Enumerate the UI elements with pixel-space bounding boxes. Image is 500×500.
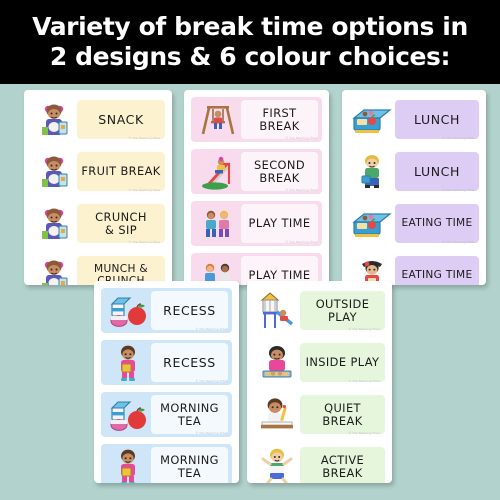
label-chip: MORNING TEA bbox=[151, 395, 228, 434]
label-chip: EATING TIME bbox=[395, 204, 479, 243]
label-text: EATING TIME bbox=[401, 216, 473, 229]
label-text: LUNCH bbox=[414, 111, 460, 127]
label-chip: MORNING TEA bbox=[151, 447, 228, 483]
card-breaks[interactable]: FIRST BREAK © The Teaching Tribe SECOND B… bbox=[184, 90, 329, 285]
two-kids-playing-icon bbox=[195, 203, 241, 245]
label-text: INSIDE PLAY bbox=[305, 355, 380, 370]
label-chip: FIRST BREAK bbox=[241, 100, 318, 139]
card-snack[interactable]: SNACK © The Teaching Tribe FRUIT BREAK © T… bbox=[24, 90, 172, 285]
label-text: CRUNCH & SIP bbox=[95, 210, 147, 237]
label-row[interactable]: CRUNCH & SIP © The Teaching Tribe bbox=[31, 201, 165, 246]
label-text: LUNCH bbox=[414, 163, 460, 179]
label-chip: RECESS bbox=[151, 291, 228, 330]
label-chip: OUTSIDE PLAY bbox=[300, 291, 385, 330]
label-row[interactable]: MORNING TEA© The Teaching Tribe bbox=[101, 444, 232, 483]
girl-sandpit-icon bbox=[254, 342, 300, 384]
label-chip: LUNCH bbox=[395, 100, 479, 139]
banner-title-line-1: Variety of break time options in bbox=[32, 12, 468, 41]
label-row[interactable]: LUNCH © The Teaching Tribe bbox=[349, 97, 479, 142]
lunchbox-icon bbox=[349, 99, 395, 141]
watermark: © The Teaching Tribe bbox=[348, 432, 380, 435]
watermark: © The Teaching Tribe bbox=[195, 380, 227, 383]
label-row[interactable]: INSIDE PLAY © The Teaching Tribe bbox=[254, 340, 385, 385]
girl-with-snack-icon bbox=[31, 255, 77, 285]
label-row[interactable]: SECOND BREAK © The Teaching Tribe bbox=[191, 149, 322, 194]
watermark: © The Teaching Tribe bbox=[195, 432, 227, 435]
watermark: © The Teaching Tribe bbox=[442, 189, 474, 192]
label-text: ACTIVE BREAK bbox=[320, 453, 365, 480]
label-chip: LUNCH bbox=[395, 152, 479, 191]
label-chip: SECOND BREAK bbox=[241, 152, 318, 191]
label-text: FRUIT BREAK bbox=[81, 164, 161, 179]
watermark: © The Teaching Tribe bbox=[195, 328, 227, 331]
label-chip: EATING TIME bbox=[395, 256, 479, 285]
label-row[interactable]: MORNING TEA © The Teaching Tribe bbox=[101, 392, 232, 437]
label-row[interactable]: ACTIVE BREAK© The Teaching Tribe bbox=[254, 444, 385, 483]
label-text: RECESS bbox=[163, 354, 216, 370]
watermark: © The Teaching Tribe bbox=[348, 328, 380, 331]
boy-jumping-icon bbox=[254, 446, 300, 483]
card-recess[interactable]: RECESS © The Teaching Tribe RECESS © The T… bbox=[94, 281, 239, 483]
label-text: EATING TIME bbox=[401, 268, 473, 281]
label-chip: ACTIVE BREAK bbox=[300, 447, 385, 483]
girl-with-bag-icon bbox=[105, 342, 151, 384]
watermark: © The Teaching Tribe bbox=[128, 189, 160, 192]
girl-with-snack-icon bbox=[31, 151, 77, 193]
banner-title-line-2: 2 designs & 6 colour choices: bbox=[49, 42, 451, 71]
label-text: RECESS bbox=[163, 302, 216, 318]
label-row[interactable]: RECESS © The Teaching Tribe bbox=[101, 340, 232, 385]
label-chip: PLAY TIME bbox=[241, 204, 318, 243]
label-row[interactable]: LUNCH © The Teaching Tribe bbox=[349, 149, 479, 194]
label-chip: QUIET BREAK bbox=[300, 395, 385, 434]
label-text: QUIET BREAK bbox=[322, 401, 363, 428]
label-chip: RECESS bbox=[151, 343, 228, 382]
label-text: PLAY TIME bbox=[248, 268, 311, 283]
boy-reading-icon bbox=[254, 394, 300, 436]
watermark: © The Teaching Tribe bbox=[285, 137, 317, 140]
slide-icon bbox=[195, 151, 241, 193]
girl-with-bag-icon bbox=[105, 446, 151, 483]
card-lunch[interactable]: LUNCH © The Teaching Tribe LUNCH © The Tea… bbox=[342, 90, 486, 285]
label-chip: FRUIT BREAK bbox=[77, 152, 165, 191]
watermark: © The Teaching Tribe bbox=[442, 137, 474, 140]
milk-and-apple-icon bbox=[105, 290, 151, 332]
label-chip: CRUNCH & SIP bbox=[77, 204, 165, 243]
label-row[interactable]: PLAY TIME © The Teaching Tribe bbox=[191, 201, 322, 246]
label-row[interactable]: RECESS © The Teaching Tribe bbox=[101, 288, 232, 333]
label-chip: INSIDE PLAY bbox=[300, 343, 385, 382]
label-row[interactable]: SNACK © The Teaching Tribe bbox=[31, 97, 165, 142]
label-text: SECOND BREAK bbox=[253, 158, 306, 185]
boy-with-lunchbox-icon bbox=[349, 151, 395, 193]
watermark: © The Teaching Tribe bbox=[442, 241, 474, 244]
header-banner: Variety of break time options in 2 desig… bbox=[0, 0, 500, 84]
label-text: MORNING TEA bbox=[160, 401, 219, 428]
milk-and-apple-icon bbox=[105, 394, 151, 436]
watermark: © The Teaching Tribe bbox=[128, 137, 160, 140]
lunchbox-icon bbox=[349, 203, 395, 245]
girl-with-snack-icon bbox=[31, 99, 77, 141]
playground-slide-icon bbox=[254, 290, 300, 332]
label-text: MORNING TEA bbox=[160, 453, 219, 480]
label-chip: SNACK bbox=[77, 100, 165, 139]
watermark: © The Teaching Tribe bbox=[348, 380, 380, 383]
label-row[interactable]: OUTSIDE PLAY © The Teaching Tribe bbox=[254, 288, 385, 333]
label-row[interactable]: QUIET BREAK © The Teaching Tribe bbox=[254, 392, 385, 437]
label-row[interactable]: EATING TIME © The Teaching Tribe bbox=[349, 201, 479, 246]
label-text: PLAY TIME bbox=[248, 216, 311, 231]
girl-with-snack-icon bbox=[31, 203, 77, 245]
label-text: FIRST BREAK bbox=[259, 106, 300, 133]
swing-set-icon bbox=[195, 99, 241, 141]
label-text: OUTSIDE PLAY bbox=[315, 297, 370, 324]
label-row[interactable]: FIRST BREAK © The Teaching Tribe bbox=[191, 97, 322, 142]
card-play[interactable]: OUTSIDE PLAY © The Teaching Tribe INSIDE … bbox=[247, 281, 392, 483]
label-text: SNACK bbox=[98, 111, 144, 127]
watermark: © The Teaching Tribe bbox=[285, 241, 317, 244]
label-row[interactable]: FRUIT BREAK © The Teaching Tribe bbox=[31, 149, 165, 194]
watermark: © The Teaching Tribe bbox=[285, 189, 317, 192]
watermark: © The Teaching Tribe bbox=[128, 241, 160, 244]
